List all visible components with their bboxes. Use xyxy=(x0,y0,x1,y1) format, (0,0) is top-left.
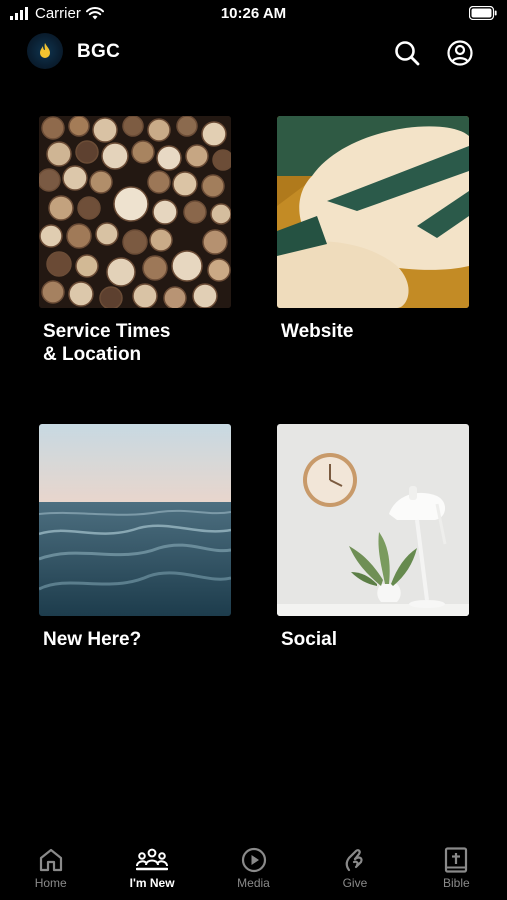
flame-icon xyxy=(40,43,50,58)
tile-new-here[interactable]: New Here? xyxy=(39,424,231,651)
home-icon xyxy=(39,848,62,872)
tile-website[interactable]: Website xyxy=(277,116,469,343)
logs-image xyxy=(39,116,231,308)
chairs-image xyxy=(277,116,469,308)
tab-bar: Home I'm New Media Give Bible xyxy=(0,838,507,900)
search-button[interactable] xyxy=(392,38,422,68)
tile-service-times[interactable]: Service Times & Location xyxy=(39,116,231,366)
status-bar: Carrier 10:26 AM xyxy=(0,0,507,28)
search-icon xyxy=(395,41,420,66)
tab-label: Give xyxy=(342,876,368,890)
tile-label: Website xyxy=(281,321,354,342)
tab-label: Bible xyxy=(442,876,470,890)
account-icon xyxy=(447,40,473,66)
people-icon xyxy=(136,848,169,871)
status-right xyxy=(468,5,497,25)
tile-label: Service Times & Location xyxy=(43,321,171,365)
tab-home[interactable]: Home xyxy=(0,838,101,900)
tab-label: Media xyxy=(237,876,270,890)
tab-im-new[interactable]: I'm New xyxy=(101,838,202,900)
ocean-image xyxy=(39,424,231,616)
tile-label: Social xyxy=(281,629,337,650)
tab-label: Home xyxy=(34,876,67,890)
profile-button[interactable] xyxy=(445,38,475,68)
give-icon xyxy=(345,849,363,872)
play-icon xyxy=(241,847,266,873)
tile-label: New Here? xyxy=(43,629,142,650)
app-header: BGC xyxy=(0,30,507,76)
tile-social[interactable]: Social xyxy=(277,424,469,651)
tab-give[interactable]: Give xyxy=(304,838,405,900)
tab-media[interactable]: Media xyxy=(203,838,304,900)
bible-icon xyxy=(445,847,468,873)
battery-icon xyxy=(468,5,497,21)
tab-label: I'm New xyxy=(129,876,175,890)
clock-plant-image xyxy=(277,424,469,616)
app-title: BGC xyxy=(77,41,121,62)
tab-bible[interactable]: Bible xyxy=(406,838,507,900)
app-logo[interactable] xyxy=(27,33,63,69)
status-time: 10:26 AM xyxy=(220,5,287,22)
